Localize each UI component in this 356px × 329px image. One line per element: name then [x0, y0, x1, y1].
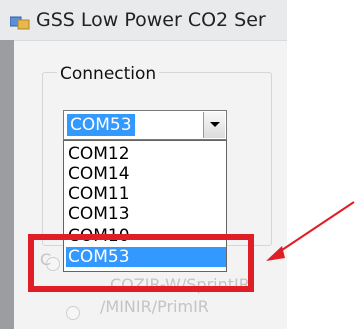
- com-port-select[interactable]: COM53: [63, 110, 227, 140]
- window-left-edge: [0, 40, 14, 329]
- chevron-down-icon: [210, 122, 220, 127]
- window-title: GSS Low Power CO2 Ser: [36, 9, 266, 31]
- com-port-option[interactable]: COM12: [66, 144, 226, 164]
- app-window-icon: [9, 14, 30, 30]
- annotation-arrow: [266, 201, 355, 261]
- sensor-option-line2: /MINIR/PrimIR: [100, 297, 209, 316]
- com-port-option[interactable]: COM14: [66, 164, 226, 184]
- com-port-option[interactable]: COM11: [66, 184, 226, 204]
- title-bar: GSS Low Power CO2 Ser: [0, 0, 287, 41]
- com-port-selected-value: COM53: [67, 114, 135, 136]
- sensor-radio-2[interactable]: [66, 306, 80, 320]
- annotation-highlight-box: [28, 234, 254, 292]
- dropdown-button[interactable]: [203, 112, 225, 138]
- connection-group-label: Connection: [57, 64, 160, 84]
- com-port-option[interactable]: COM13: [66, 204, 226, 224]
